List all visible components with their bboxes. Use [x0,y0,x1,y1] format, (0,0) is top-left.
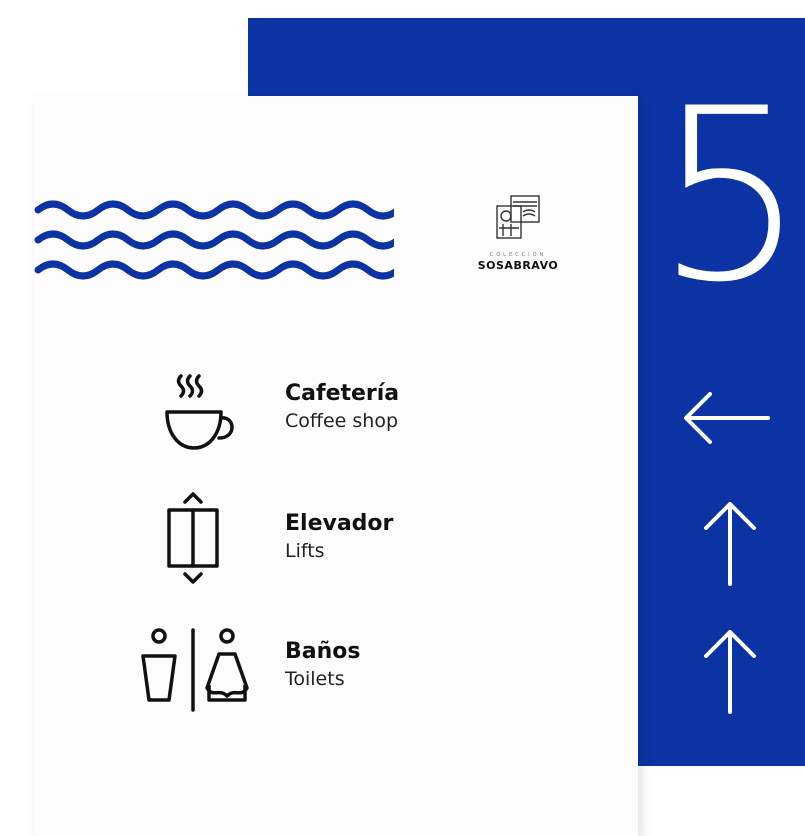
sosabravo-logo: COLECCIÓN SOSABRAVO [458,194,578,272]
logo-subtitle: COLECCIÓN [489,252,547,258]
arrow-left-icon [684,392,770,444]
destination-name: Baños [285,639,361,664]
arrow-up-icon [704,502,756,586]
floor-number: 5 [655,58,805,335]
waves-graphic [34,200,394,280]
restroom-icon [141,628,249,712]
destination-name: Cafetería [285,381,400,406]
destination-translation: Lifts [285,540,325,562]
destination-cafeteria: Cafetería Coffee shop [135,370,555,470]
coffee-cup-icon [165,374,234,450]
elevator-icon [167,492,219,584]
destination-translation: Coffee shop [285,410,399,432]
destination-banos: Baños Toilets [135,624,555,724]
logo-mark-icon [496,195,540,239]
destination-elevador: Elevador Lifts [135,492,555,592]
logo-name: SOSABRAVO [477,259,559,272]
arrow-up-icon [704,630,756,714]
destination-name: Elevador [285,511,394,536]
destination-translation: Toilets [285,668,345,690]
